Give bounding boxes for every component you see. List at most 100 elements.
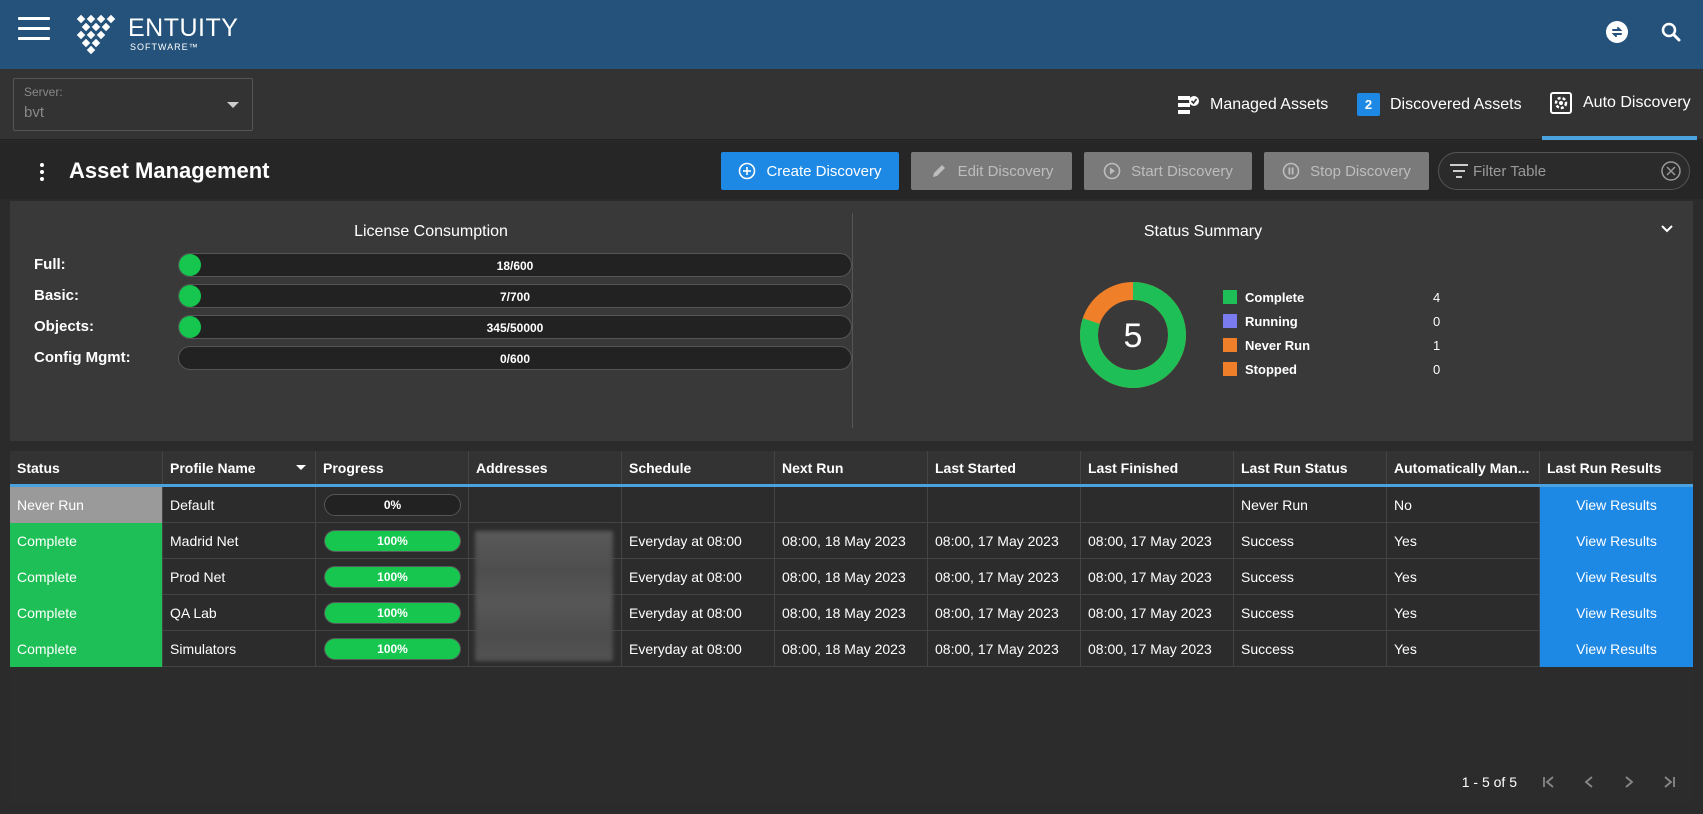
discovery-table: Status Profile Name Progress Addresses S… (10, 451, 1693, 804)
legend-count: 0 (1433, 362, 1441, 377)
logo-sub-text: SOFTWARE™ (130, 42, 199, 52)
start-discovery-button[interactable]: Start Discovery (1084, 152, 1252, 190)
column-header-addresses[interactable]: Addresses (469, 451, 622, 484)
tab-discovered-assets-label: Discovered Assets (1390, 95, 1522, 113)
edit-discovery-button[interactable]: Edit Discovery (911, 152, 1072, 190)
last-page-icon[interactable] (1661, 774, 1677, 790)
clear-filter-icon[interactable] (1661, 161, 1681, 186)
legend-swatch (1223, 290, 1237, 304)
table-header: Status Profile Name Progress Addresses S… (10, 451, 1693, 487)
profile-name-cell: Madrid Net (163, 523, 316, 559)
tab-auto-discovery[interactable]: Auto Discovery (1542, 69, 1697, 140)
license-value: 345/50000 (486, 321, 544, 335)
last-run-status-cell: Success (1234, 631, 1387, 667)
column-header-last-run-status[interactable]: Last Run Status (1234, 451, 1387, 484)
stop-discovery-label: Stop Discovery (1310, 162, 1411, 180)
view-results-button[interactable]: View Results (1540, 487, 1693, 523)
chevron-down-icon[interactable] (1659, 221, 1675, 242)
status-cell: Complete (10, 631, 163, 667)
profile-name-cell: Default (163, 487, 316, 523)
menu-icon[interactable] (18, 17, 50, 43)
filter-input[interactable] (1473, 161, 1653, 181)
filter-table (1438, 152, 1690, 190)
schedule-cell: Everyday at 08:00 (622, 559, 775, 595)
last-started-cell: 08:00, 17 May 2023 (928, 523, 1081, 559)
progress-bar: 100% (324, 602, 461, 624)
next-run-cell (775, 487, 928, 523)
column-header-status[interactable]: Status (10, 451, 163, 484)
status-cell: Complete (10, 523, 163, 559)
auto-managed-cell: Yes (1387, 523, 1540, 559)
view-results-button[interactable]: View Results (1540, 595, 1693, 631)
first-page-icon[interactable] (1541, 774, 1557, 790)
column-header-last-finished[interactable]: Last Finished (1081, 451, 1234, 484)
legend-count: 0 (1433, 314, 1441, 329)
view-results-button[interactable]: View Results (1540, 523, 1693, 559)
last-finished-cell (1081, 487, 1234, 523)
license-progress-bar: 345/50000 (178, 315, 852, 339)
license-progress-bar: 18/600 (178, 253, 852, 277)
next-run-cell: 08:00, 18 May 2023 (775, 523, 928, 559)
donut-total: 5 (1124, 317, 1143, 355)
column-header-last-run-results[interactable]: Last Run Results (1540, 451, 1693, 484)
legend-count: 4 (1433, 290, 1441, 305)
status-cell: Complete (10, 595, 163, 631)
profile-name-cell: Prod Net (163, 559, 316, 595)
progress-cell: 100% (316, 559, 469, 595)
sync-icon[interactable] (1605, 20, 1629, 44)
table-row[interactable]: Complete Madrid Net 100% Everyday at 08:… (10, 523, 1693, 559)
auto-managed-cell: No (1387, 487, 1540, 523)
logo-mark-icon (76, 14, 116, 54)
tab-managed-assets[interactable]: Managed Assets (1176, 69, 1328, 140)
table-row[interactable]: Complete Prod Net 100% Everyday at 08:00… (10, 559, 1693, 595)
auto-discovery-icon (1549, 91, 1573, 115)
view-results-button[interactable]: View Results (1540, 631, 1693, 667)
add-circle-icon (738, 162, 756, 180)
server-label: Server: (24, 85, 63, 99)
create-discovery-button[interactable]: Create Discovery (721, 152, 899, 190)
legend-label: Running (1245, 314, 1298, 329)
column-header-schedule[interactable]: Schedule (622, 451, 775, 484)
logo-main-text: ENTUITY (128, 14, 239, 42)
progress-bar: 100% (324, 638, 461, 660)
last-started-cell: 08:00, 17 May 2023 (928, 559, 1081, 595)
tab-discovered-assets[interactable]: 2 Discovered Assets (1357, 69, 1522, 140)
last-started-cell: 08:00, 17 May 2023 (928, 595, 1081, 631)
last-finished-cell: 08:00, 17 May 2023 (1081, 631, 1234, 667)
pause-circle-icon (1282, 162, 1300, 180)
status-summary-title: Status Summary (1143, 223, 1263, 240)
top-app-bar: ENTUITY SOFTWARE™ (0, 0, 1703, 69)
legend-swatch (1223, 314, 1237, 328)
table-row[interactable]: Complete Simulators 100% Everyday at 08:… (10, 631, 1693, 667)
search-icon[interactable] (1659, 20, 1683, 44)
profile-name-cell: Simulators (163, 631, 316, 667)
table-row[interactable]: Complete QA Lab 100% Everyday at 08:00 0… (10, 595, 1693, 631)
last-finished-cell: 08:00, 17 May 2023 (1081, 559, 1234, 595)
column-header-last-started[interactable]: Last Started (928, 451, 1081, 484)
last-started-cell: 08:00, 17 May 2023 (928, 631, 1081, 667)
previous-page-icon[interactable] (1581, 774, 1597, 790)
progress-cell: 100% (316, 631, 469, 667)
column-header-progress[interactable]: Progress (316, 451, 469, 484)
column-header-next-run[interactable]: Next Run (775, 451, 928, 484)
schedule-cell (622, 487, 775, 523)
last-run-status-cell: Never Run (1234, 487, 1387, 523)
column-header-profile-name[interactable]: Profile Name (163, 451, 316, 484)
panel-divider (852, 213, 853, 428)
legend-label: Never Run (1245, 338, 1311, 353)
pencil-icon (930, 162, 948, 180)
table-row[interactable]: Never Run Default 0% Never Run No View R… (10, 487, 1693, 523)
view-results-button[interactable]: View Results (1540, 559, 1693, 595)
start-discovery-label: Start Discovery (1131, 162, 1233, 180)
addresses-cell (469, 487, 622, 523)
column-header-automatically-managed[interactable]: Automatically Man... (1387, 451, 1540, 484)
filter-icon (1449, 163, 1469, 184)
legend-count: 1 (1433, 338, 1441, 353)
more-options-icon[interactable] (40, 163, 44, 184)
stop-discovery-button[interactable]: Stop Discovery (1264, 152, 1429, 190)
next-page-icon[interactable] (1621, 774, 1637, 790)
page-header: Asset Management Create Discovery Edit D… (0, 141, 1703, 199)
license-label: Objects: (34, 318, 95, 335)
legend-swatch (1223, 362, 1237, 376)
server-select[interactable]: Server: bvt (13, 78, 253, 131)
